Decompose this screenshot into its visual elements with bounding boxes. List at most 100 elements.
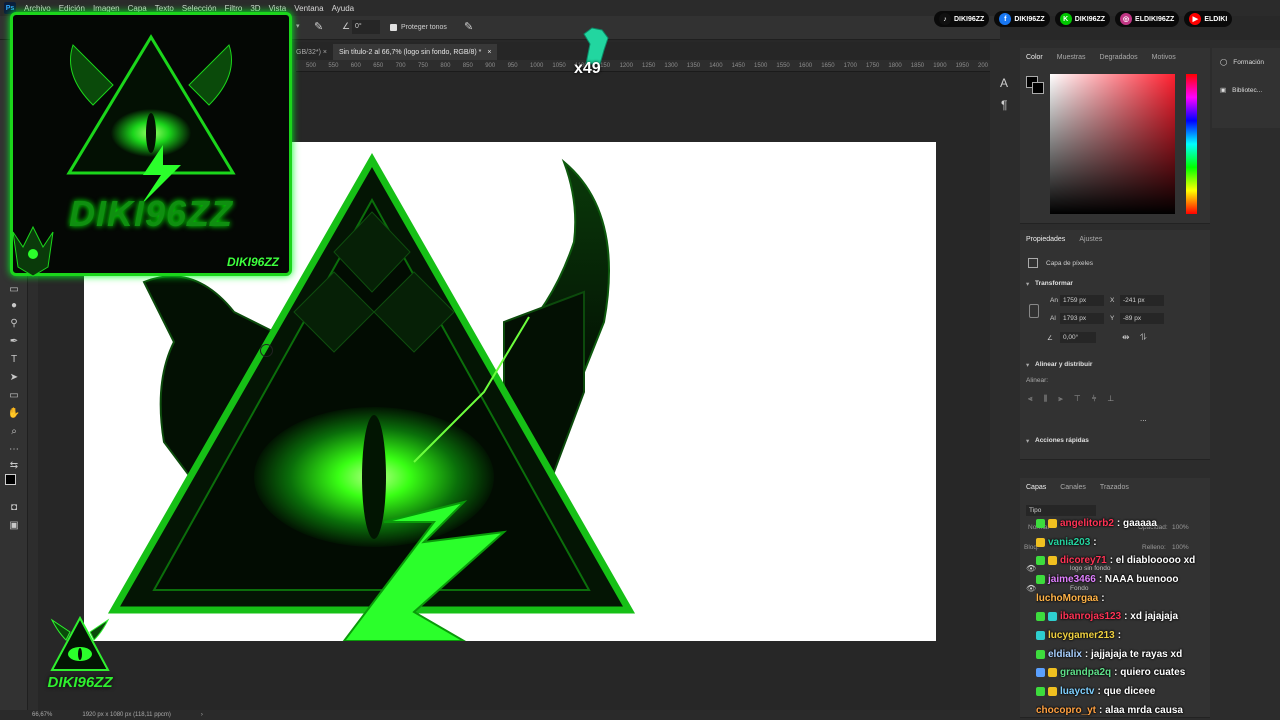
- x-input[interactable]: -241 px: [1120, 295, 1164, 306]
- chevron-down-icon[interactable]: ▾: [296, 22, 300, 30]
- ruler-tick-label: 900: [485, 63, 496, 69]
- chat-badge-icon: [1036, 518, 1045, 528]
- more-options-icon[interactable]: ...: [1140, 414, 1147, 423]
- chevron-down-icon[interactable]: ▾: [1026, 280, 1029, 288]
- color-field[interactable]: [1050, 74, 1175, 214]
- chevron-down-icon[interactable]: ▾: [1026, 361, 1029, 369]
- align-middle-icon[interactable]: ⫩: [1092, 394, 1097, 404]
- paragraph-panel-icon[interactable]: ¶: [1001, 98, 1007, 112]
- chat-message: jaime3466: NAAA buenooo: [1036, 570, 1280, 589]
- pixel-layer-icon: [1028, 258, 1038, 268]
- tab-canales[interactable]: Canales: [1060, 484, 1086, 491]
- align-right-icon[interactable]: ⫸: [1058, 394, 1063, 404]
- tab-ajustes[interactable]: Ajustes: [1079, 236, 1102, 243]
- path-selection-icon[interactable]: ➤: [6, 370, 22, 384]
- chat-username: grandpa2q: [1060, 667, 1112, 679]
- align-top-icon[interactable]: ⊤: [1074, 394, 1081, 404]
- libraries-button[interactable]: ▣ Bibliotec...: [1212, 76, 1280, 104]
- social-handle: ▶ ELDIKI: [1184, 11, 1233, 27]
- tab-propiedades[interactable]: Propiedades: [1026, 236, 1065, 243]
- ruler-tick-label: 1750: [866, 63, 880, 69]
- height-input[interactable]: 1793 px: [1060, 313, 1104, 324]
- align-center-icon[interactable]: ⫼: [1044, 394, 1048, 404]
- chat-username: angelitorb2: [1060, 517, 1114, 529]
- flip-vertical-icon[interactable]: ⥮: [1140, 332, 1147, 343]
- chat-badge-icon: [1036, 668, 1045, 678]
- protect-tones-label: Proteger tonos: [401, 24, 447, 31]
- bottom-emblem-icon: [50, 615, 110, 671]
- pressure-icon[interactable]: ✎: [464, 20, 473, 33]
- airbrush-icon[interactable]: ✎: [314, 20, 323, 33]
- color-panel-tabs: Color Muestras Degradados Motivos: [1020, 48, 1210, 66]
- foreground-color-swatch[interactable]: [5, 474, 16, 485]
- ruler-tick-label: 1650: [821, 63, 835, 69]
- layer-type-label: Capa de píxeles: [1046, 260, 1093, 267]
- zoom-tool-icon[interactable]: ⌕: [6, 424, 22, 438]
- align-bottom-icon[interactable]: ⊥: [1107, 394, 1114, 404]
- rectangle-tool-icon[interactable]: ▭: [6, 388, 22, 402]
- tab-motivos[interactable]: Motivos: [1152, 54, 1176, 61]
- properties-tabs: Propiedades Ajustes: [1020, 230, 1210, 248]
- status-arrow-icon[interactable]: ›: [201, 712, 203, 718]
- angle-input[interactable]: 0°: [352, 20, 380, 34]
- quick-mask-icon[interactable]: ◘: [6, 500, 22, 514]
- transform-title: Transformar: [1035, 280, 1073, 287]
- chat-text: :: [1117, 629, 1122, 641]
- swap-colors-icon[interactable]: ⇆: [6, 458, 22, 472]
- counter-value: x49: [574, 60, 601, 77]
- ruler-tick-label: 850: [462, 63, 473, 69]
- flip-horizontal-icon[interactable]: ⇹: [1122, 332, 1130, 343]
- chat-message: grandpa2q: quiero cuates: [1036, 664, 1280, 683]
- pen-tool-icon[interactable]: ✒: [6, 334, 22, 348]
- align-left-icon[interactable]: ⫷: [1028, 394, 1033, 404]
- tab-trazados[interactable]: Trazados: [1100, 484, 1129, 491]
- libraries-label: Bibliotec...: [1232, 86, 1263, 94]
- zoom-level[interactable]: 66,67%: [32, 712, 52, 718]
- menu-ventana[interactable]: Ventana: [294, 4, 323, 13]
- tab-muestras[interactable]: Muestras: [1057, 54, 1086, 61]
- menu-ayuda[interactable]: Ayuda: [332, 4, 355, 13]
- formacion-button[interactable]: ◯ Formación: [1212, 48, 1280, 76]
- ruler-tick-label: 650: [373, 63, 384, 69]
- width-input[interactable]: 1759 px: [1060, 295, 1104, 306]
- more-tools-icon[interactable]: ⋯: [6, 442, 22, 456]
- chat-text: : NAAA buenooo: [1098, 573, 1179, 585]
- chat-text: : que diceee: [1097, 686, 1156, 698]
- bg-color-chip[interactable]: [1032, 82, 1044, 94]
- tab-capas[interactable]: Capas: [1026, 484, 1046, 491]
- tab-active-document[interactable]: Sin título-2 al 66,7% (logo sin fondo, R…: [332, 44, 498, 60]
- tab-inactive-document[interactable]: GB/32*) ×: [290, 44, 333, 60]
- close-icon[interactable]: ×: [487, 49, 491, 56]
- screen-mode-icon[interactable]: ▣: [6, 518, 22, 532]
- chat-text: : jajjajaja te rayas xd: [1084, 648, 1183, 660]
- eye-icon[interactable]: 👁: [1026, 564, 1036, 573]
- protect-tones-checkbox[interactable]: [390, 24, 397, 31]
- eraser-tool-icon[interactable]: ▭: [6, 282, 22, 296]
- width-label: An: [1050, 297, 1058, 304]
- social-handle-text: ELDIKI: [1204, 15, 1228, 23]
- rotation-input[interactable]: 0,00°: [1060, 332, 1096, 343]
- hand-tool-icon[interactable]: ✋: [6, 406, 22, 420]
- properties-panel: Propiedades Ajustes Capa de píxeles ▾ Tr…: [1020, 230, 1210, 460]
- dodge-tool-icon[interactable]: ⚲: [6, 316, 22, 330]
- align-title: Alinear y distribuir: [1035, 361, 1093, 368]
- blur-tool-icon[interactable]: ●: [6, 298, 22, 312]
- link-icon[interactable]: [1029, 304, 1039, 318]
- stream-social-bar: ♪ DIKI96ZZ f DIKI96ZZ K DIKI96ZZ ◎ ELDIKI96ZZ ▶ E…: [934, 8, 1280, 30]
- social-handle-text: DIKI96ZZ: [1074, 15, 1106, 23]
- tiktok-icon: ♪: [939, 13, 951, 25]
- tab-degradados[interactable]: Degradados: [1100, 54, 1138, 61]
- chevron-down-icon[interactable]: ▾: [1026, 437, 1029, 445]
- social-handle-text: ELDIKI96ZZ: [1135, 15, 1175, 23]
- hue-slider[interactable]: [1186, 74, 1197, 214]
- ruler-tick-label: 1000: [530, 63, 544, 69]
- chat-badge-icon: [1048, 668, 1057, 678]
- type-tool-icon[interactable]: T: [6, 352, 22, 366]
- facebook-icon: f: [999, 13, 1012, 25]
- character-panel-icon[interactable]: A: [1000, 76, 1008, 90]
- y-input[interactable]: -89 px: [1120, 313, 1164, 324]
- chat-username: vania203: [1048, 536, 1091, 548]
- tab-color[interactable]: Color: [1026, 54, 1043, 61]
- eye-icon[interactable]: 👁: [1026, 584, 1036, 593]
- overlay-brand-tag: DIKI96ZZ: [226, 255, 279, 269]
